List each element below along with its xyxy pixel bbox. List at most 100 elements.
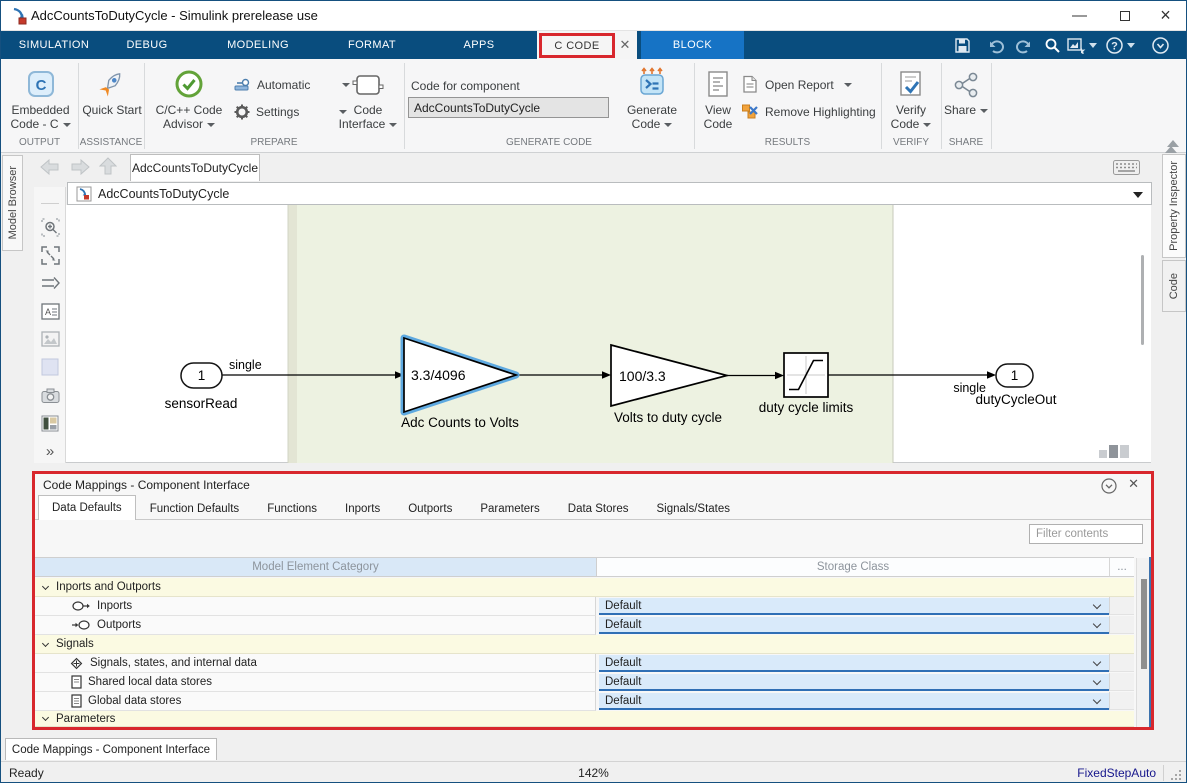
sample-time-band — [297, 205, 893, 463]
area-box-icon[interactable] — [40, 357, 60, 377]
simulink-logo-icon — [10, 7, 28, 25]
row-options-cell[interactable] — [1109, 654, 1134, 672]
signal-routing-icon[interactable] — [40, 273, 60, 293]
breadcrumb-dropdown-icon[interactable] — [1133, 192, 1143, 198]
image-icon[interactable] — [40, 329, 60, 349]
tab-simulation[interactable]: SIMULATION — [15, 31, 93, 59]
row-options-cell[interactable] — [1109, 673, 1134, 691]
close-panel-icon[interactable]: ✕ — [1128, 476, 1139, 492]
category-cell[interactable]: Inports — [35, 597, 596, 616]
help-icon[interactable]: ? — [1103, 37, 1125, 54]
column-header-more[interactable]: ... — [1109, 557, 1134, 577]
outport-name: dutyCycleOut — [975, 392, 1056, 407]
saturation-block[interactable] — [784, 353, 828, 397]
outport-block[interactable]: 1 — [996, 364, 1033, 387]
resize-grip[interactable] — [1171, 770, 1183, 782]
back-icon[interactable] — [39, 159, 61, 175]
close-button[interactable]: × — [1143, 1, 1187, 30]
column-header-storage-class[interactable]: Storage Class — [596, 557, 1109, 577]
redo-icon[interactable] — [1013, 37, 1035, 54]
group-row-parameters[interactable]: Parameters — [35, 711, 1134, 727]
storage-class-dropdown[interactable]: Default — [599, 655, 1109, 672]
category-cell[interactable]: Global data stores — [35, 692, 596, 711]
section-label-results: RESULTS — [694, 137, 881, 148]
svg-text:1: 1 — [198, 368, 206, 383]
minimize-toolstrip-icon[interactable] — [1149, 37, 1171, 54]
settings-button[interactable]: Settings — [234, 104, 347, 120]
viewmark-camera-icon[interactable] — [40, 385, 60, 405]
category-cell[interactable]: Outports — [35, 616, 596, 635]
model-document-tab[interactable]: AdcCountsToDutyCycle — [130, 154, 260, 181]
component-name-input[interactable] — [408, 97, 609, 118]
row-options-cell[interactable] — [1109, 616, 1134, 634]
row-options-cell[interactable] — [1109, 692, 1134, 710]
storage-class-dropdown[interactable]: Default — [599, 598, 1109, 615]
tab-apps[interactable]: APPS — [455, 31, 503, 59]
remove-highlighting-button[interactable]: Remove Highlighting — [741, 103, 876, 121]
model-canvas[interactable]: 1 single sensorRead 3.3/4096 Adc Counts … — [66, 205, 1151, 463]
canvas-vscrollbar[interactable] — [1141, 255, 1144, 345]
tab-data-defaults[interactable]: Data Defaults — [38, 495, 136, 520]
category-cell[interactable]: Shared local data stores — [35, 673, 596, 692]
fit-to-view-icon[interactable] — [40, 245, 60, 265]
close-c-code-tab-icon[interactable]: ✕ — [616, 36, 634, 54]
search-icon[interactable] — [1041, 37, 1063, 54]
property-inspector-tab[interactable]: Property Inspector — [1162, 154, 1186, 258]
simulink-window: AdcCountsToDutyCycle - Simulink prerelea… — [0, 0, 1187, 783]
inport-block[interactable]: 1 — [181, 363, 222, 388]
annotation-icon[interactable]: A — [40, 301, 60, 321]
verify-check-icon — [883, 63, 939, 99]
save-icon[interactable] — [951, 37, 973, 54]
open-report-button[interactable]: Open Report — [741, 75, 852, 94]
tab-c-code[interactable]: C CODE — [539, 33, 615, 58]
tab-functions[interactable]: Functions — [253, 496, 331, 520]
scrollbar-thumb[interactable] — [1141, 579, 1147, 669]
tab-function-defaults[interactable]: Function Defaults — [136, 496, 254, 520]
more-tools-icon[interactable]: » — [40, 441, 60, 461]
window-title: AdcCountsToDutyCycle - Simulink prerelea… — [31, 8, 318, 23]
storage-class-dropdown[interactable]: Default — [599, 674, 1109, 691]
remove-highlighting-icon — [741, 103, 759, 121]
maximize-button[interactable] — [1102, 1, 1147, 30]
undo-icon[interactable] — [985, 37, 1007, 54]
category-cell[interactable]: Signals, states, and internal data — [35, 654, 596, 673]
tab-data-stores[interactable]: Data Stores — [554, 496, 643, 520]
help-dropdown-icon[interactable] — [1125, 37, 1137, 54]
tab-modeling[interactable]: MODELING — [221, 31, 295, 59]
code-document-icon — [695, 63, 741, 99]
gear-icon — [234, 104, 250, 120]
minimize-panel-icon[interactable] — [1101, 478, 1117, 494]
group-row-inports-outports[interactable]: Inports and Outports — [35, 578, 1134, 597]
forward-icon[interactable] — [69, 159, 91, 175]
breadcrumb[interactable]: AdcCountsToDutyCycle — [67, 182, 1152, 205]
tab-signals-states[interactable]: Signals/States — [643, 496, 745, 520]
row-options-cell[interactable] — [1109, 597, 1134, 615]
tab-debug[interactable]: DEBUG — [117, 31, 177, 59]
tab-block[interactable]: BLOCK — [641, 31, 744, 59]
dropdown-caret — [207, 123, 215, 127]
minimize-button[interactable]: — — [1057, 1, 1102, 30]
filter-contents-input[interactable] — [1029, 524, 1143, 544]
model-browser-tab[interactable]: Model Browser — [2, 155, 23, 251]
screenshot-dropdown-icon[interactable] — [1087, 37, 1099, 54]
screenshot-icon[interactable] — [1065, 37, 1087, 54]
storage-class-dropdown[interactable]: Default — [599, 617, 1109, 634]
tab-outports[interactable]: Outports — [394, 496, 466, 520]
screen-layout-icon[interactable] — [40, 413, 60, 433]
svg-text:3.3/4096: 3.3/4096 — [411, 367, 466, 383]
keyboard-icon[interactable] — [1113, 160, 1140, 175]
code-side-tab[interactable]: Code — [1162, 260, 1186, 312]
tab-inports[interactable]: Inports — [331, 496, 394, 520]
up-icon[interactable] — [99, 157, 117, 176]
tab-parameters[interactable]: Parameters — [466, 496, 553, 520]
zoom-region-icon[interactable] — [40, 217, 60, 237]
canvas-corner-icon[interactable] — [1099, 445, 1129, 458]
collapse-canvas-icon[interactable] — [1167, 140, 1179, 147]
code-mappings-bottom-tab[interactable]: Code Mappings - Component Interface — [5, 738, 217, 760]
outport-icon — [71, 619, 91, 631]
tab-format[interactable]: FORMAT — [339, 31, 405, 59]
chevron-down-icon — [42, 639, 49, 646]
group-row-signals[interactable]: Signals — [35, 635, 1134, 654]
storage-class-dropdown[interactable]: Default — [599, 693, 1109, 710]
column-header-category[interactable]: Model Element Category — [35, 557, 596, 577]
